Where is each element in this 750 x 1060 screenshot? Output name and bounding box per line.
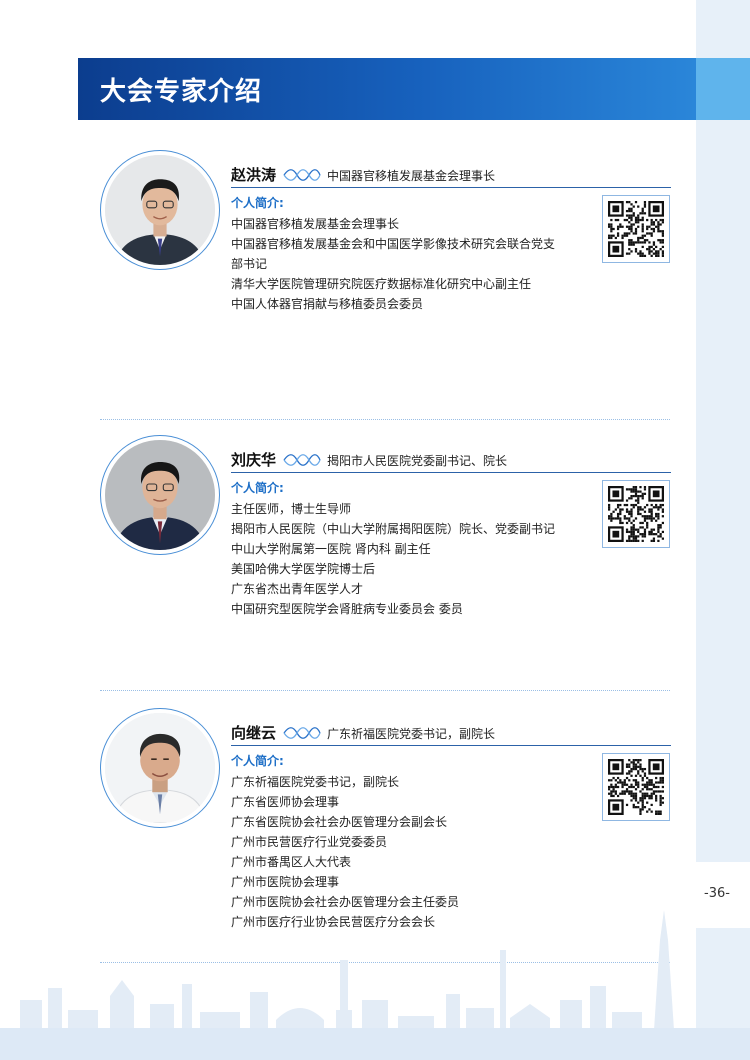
qr-code-icon xyxy=(608,201,664,257)
portrait-photo xyxy=(105,155,215,265)
page-number: -36- xyxy=(704,886,730,901)
portrait-icon xyxy=(105,440,215,550)
intro-label: 个人简介: xyxy=(231,754,284,768)
bio-list: 主任医师，博士生导师 揭阳市人民医院（中山大学附属揭阳医院）院长、党委副书记 中… xyxy=(231,499,601,619)
bio-line: 广东祈福医院党委书记，副院长 xyxy=(231,775,400,789)
bio-line: 广州市民营医疗行业党委委员 xyxy=(231,835,388,849)
bio-line: 主任医师，博士生导师 xyxy=(231,502,352,516)
expert-role: 广东祈福医院党委书记，副院长 xyxy=(327,727,496,741)
bio-line: 中国人体器官捐献与移植委员会委员 xyxy=(231,297,424,311)
portrait-icon xyxy=(105,713,215,823)
page-title: 大会专家介绍 xyxy=(100,77,263,107)
bio-line: 中国研究型医院学会肾脏病专业委员会 委员 xyxy=(231,602,463,616)
qr-code[interactable] xyxy=(602,480,670,548)
expert-name: 刘庆华 xyxy=(231,451,277,469)
bio-line: 美国哈佛大学医学院博士后 xyxy=(231,562,376,576)
bio-list: 中国器官移植发展基金会理事长 中国器官移植发展基金会和中国医学影像技术研究会联合… xyxy=(231,214,601,314)
expert-card-1: 赵洪涛 中国器官移植发展基金会理事长 个人简介: 中国器官移植发展基金会理事长 … xyxy=(96,150,676,390)
bio-line: 广东省医院协会社会办医管理分会副会长 xyxy=(231,815,448,829)
dna-icon xyxy=(283,454,321,466)
avatar xyxy=(100,150,220,270)
expert-role: 中国器官移植发展基金会理事长 xyxy=(327,169,496,183)
qr-code[interactable] xyxy=(602,195,670,263)
expert-name: 赵洪涛 xyxy=(231,166,277,184)
expert-role: 揭阳市人民医院党委副书记、院长 xyxy=(327,454,508,468)
bio-line: 广东省杰出青年医学人才 xyxy=(231,582,364,596)
bio-line: 广州市番禺区人大代表 xyxy=(231,855,352,869)
intro-label: 个人简介: xyxy=(231,481,284,495)
portrait-photo xyxy=(105,440,215,550)
bio-line: 广州市医院协会理事 xyxy=(231,875,340,889)
bio-line: 部书记 xyxy=(231,257,268,271)
expert-card-2: 刘庆华 揭阳市人民医院党委副书记、院长 个人简介: 主任医师，博士生导师 揭阳市… xyxy=(96,435,676,675)
bio-line: 中国器官移植发展基金会和中国医学影像技术研究会联合党支 xyxy=(231,237,556,251)
bio-line: 中山大学附属第一医院 肾内科 副主任 xyxy=(231,542,431,556)
bottom-band xyxy=(0,1028,750,1060)
intro-label: 个人简介: xyxy=(231,196,284,210)
name-row: 向继云 广东祈福医院党委书记，副院长 xyxy=(231,720,671,746)
dna-icon xyxy=(283,727,321,739)
title-bar: 大会专家介绍 xyxy=(78,58,696,120)
bio-line: 清华大学医院管理研究院医疗数据标准化研究中心副主任 xyxy=(231,277,532,291)
expert-name: 向继云 xyxy=(231,724,277,742)
name-row: 赵洪涛 中国器官移植发展基金会理事长 xyxy=(231,162,671,188)
divider xyxy=(100,690,670,691)
avatar xyxy=(100,708,220,828)
divider xyxy=(100,419,670,420)
bio-line: 广东省医师协会理事 xyxy=(231,795,340,809)
bio-line: 揭阳市人民医院（中山大学附属揭阳医院）院长、党委副书记 xyxy=(231,522,556,536)
side-blue-tab xyxy=(696,58,750,120)
avatar xyxy=(100,435,220,555)
qr-code-icon xyxy=(608,759,664,815)
dna-icon xyxy=(283,169,321,181)
name-row: 刘庆华 揭阳市人民医院党委副书记、院长 xyxy=(231,447,671,473)
qr-code[interactable] xyxy=(602,753,670,821)
side-strip xyxy=(696,0,750,1060)
bio-line: 中国器官移植发展基金会理事长 xyxy=(231,217,400,231)
portrait-icon xyxy=(105,155,215,265)
portrait-photo xyxy=(105,713,215,823)
qr-code-icon xyxy=(608,486,664,542)
